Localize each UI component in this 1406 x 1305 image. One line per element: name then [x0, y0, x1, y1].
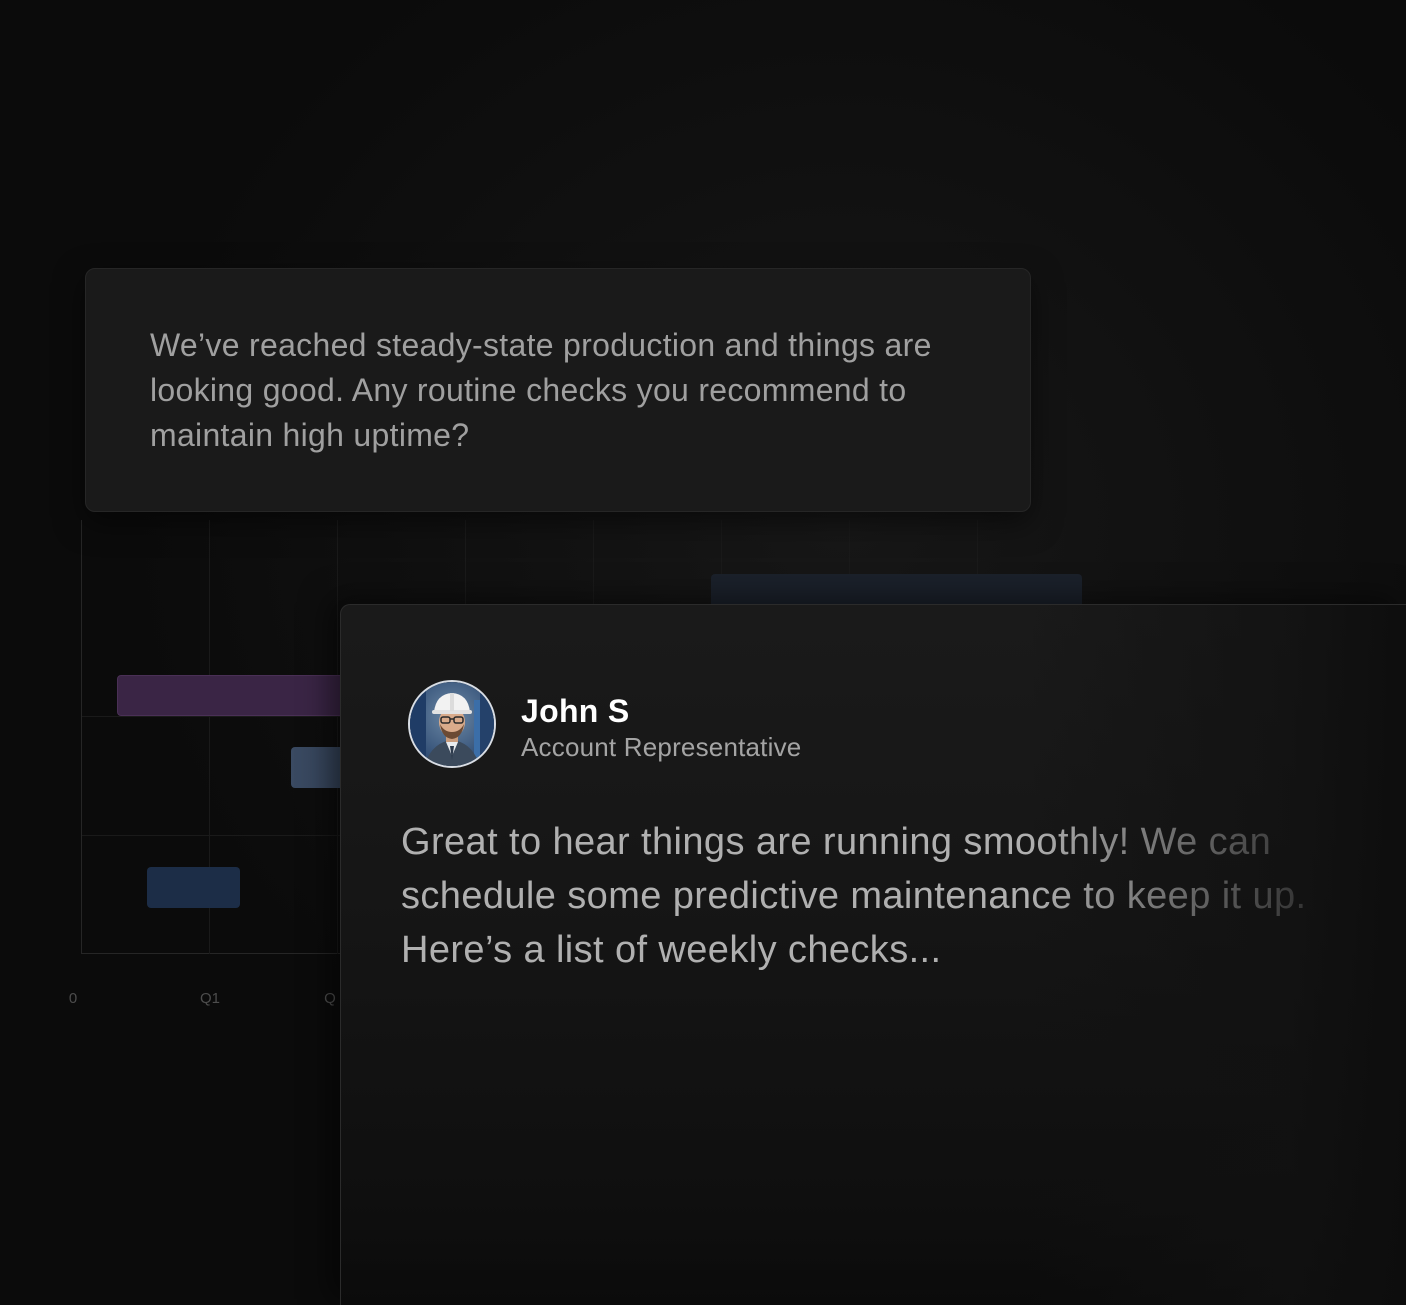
reply-message-card: John S Account Representative Great to h…	[340, 604, 1406, 1305]
chart-tick-label: 0	[68, 990, 78, 1007]
user-message-card: We’ve reached steady-state production an…	[85, 268, 1031, 512]
avatar-image	[410, 682, 494, 766]
chart-gridline-vertical	[337, 520, 338, 954]
user-message-text: We’ve reached steady-state production an…	[150, 327, 932, 453]
rep-name: John S	[521, 693, 630, 729]
reply-message-text: Great to hear things are running smoothl…	[401, 821, 1307, 971]
chart-bar-navy	[147, 867, 240, 908]
rep-role: Account Representative	[521, 732, 802, 762]
worker-hardhat-avatar-icon	[408, 680, 496, 768]
chart-tick-label: Q	[324, 990, 336, 1007]
chart-y-axis	[81, 520, 82, 954]
chart-tick-label: Q1	[199, 990, 221, 1007]
